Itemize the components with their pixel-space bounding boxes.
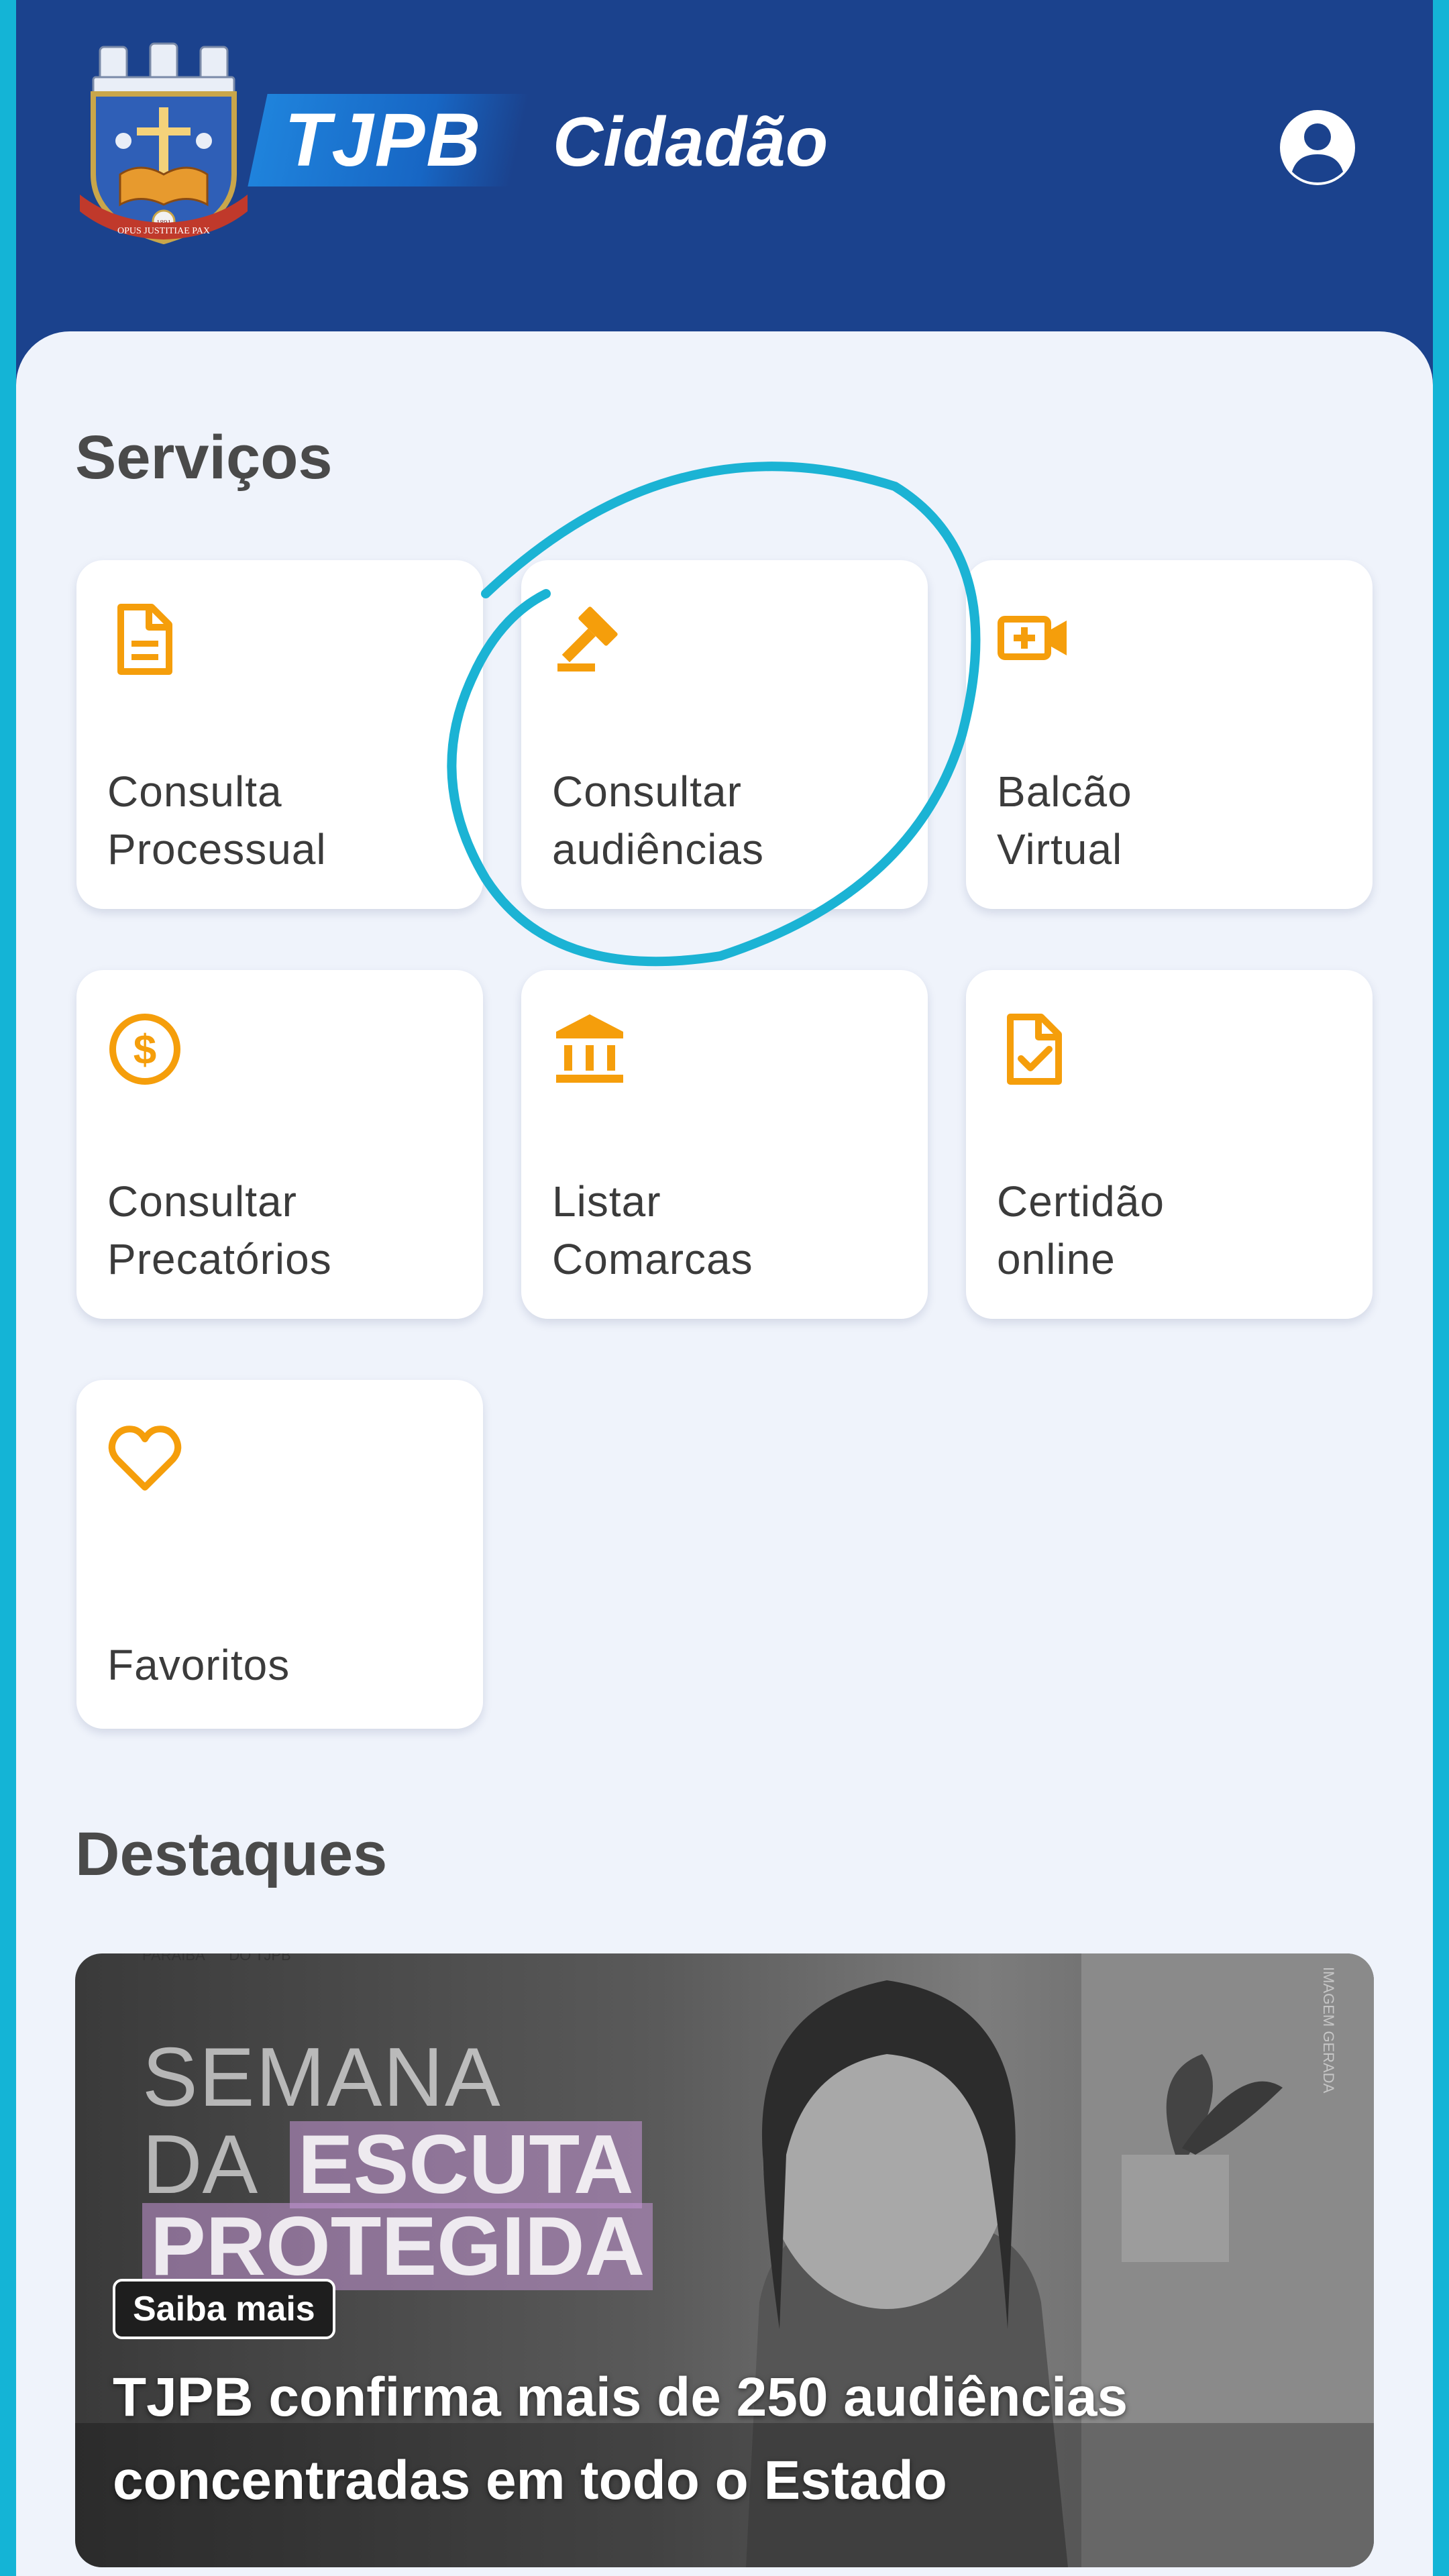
service-label-line2: Comarcas: [552, 1235, 753, 1283]
banner-image-text-protegida: PROTEGIDA: [142, 2203, 653, 2290]
brand-tjpb: TJPB: [284, 98, 482, 182]
banner-image-text-semana: SEMANA: [142, 2031, 502, 2124]
service-label-line2: online: [997, 1235, 1116, 1283]
gavel-icon: [557, 606, 618, 672]
profile-icon[interactable]: [1277, 107, 1358, 188]
service-label-line1: Certidão: [997, 1177, 1165, 1226]
banner-logos: PARAÍBA DO TJPB: [142, 1953, 291, 1964]
service-consultar-audiencias[interactable]: Consultar audiências: [521, 560, 928, 909]
news-headline-line1: TJPB confirma mais de 250 audiências: [113, 2367, 1128, 2428]
saiba-mais-button[interactable]: Saiba mais: [113, 2279, 335, 2339]
app-title: Cidadão: [553, 103, 828, 181]
document-icon: [117, 604, 172, 675]
app-screen: 1891 OPUS JUSTITIAE PAX TJPB Cidadão Ser…: [16, 0, 1433, 2576]
courthouse-icon: [556, 1014, 623, 1083]
news-headline-line2: concentradas em todo o Estado: [113, 2450, 947, 2511]
service-favoritos[interactable]: Favoritos: [76, 1380, 483, 1729]
service-label-line1: Listar: [552, 1177, 661, 1226]
service-label-line2: Processual: [107, 825, 327, 873]
crest-motto: OPUS JUSTITIAE PAX: [117, 226, 210, 236]
svg-text:$: $: [133, 1027, 156, 1073]
service-certidao-online[interactable]: Certidão online: [966, 970, 1373, 1319]
service-label-line1: Favoritos: [107, 1641, 290, 1689]
dollar-icon: $: [109, 1014, 180, 1085]
service-label-line1: Consultar: [552, 767, 742, 816]
service-consultar-precatorios[interactable]: $ Consultar Precatórios: [76, 970, 483, 1319]
service-balcao-virtual[interactable]: Balcão Virtual: [966, 560, 1373, 909]
service-label-line2: Virtual: [997, 825, 1123, 873]
news-headline[interactable]: TJPB confirma mais de 250 audiências con…: [113, 2356, 1320, 2522]
banner-image-text-da: DA: [142, 2118, 258, 2211]
heart-icon: [108, 1426, 182, 1491]
service-label-line2: audiências: [552, 825, 764, 873]
banner-image-text-escuta: ESCUTA: [290, 2121, 642, 2208]
banner-logo-paraiba: PARAÍBA: [142, 1953, 205, 1964]
highlights-title: Destaques: [75, 1820, 388, 1888]
service-listar-comarcas[interactable]: Listar Comarcas: [521, 970, 928, 1319]
video-call-icon: [998, 616, 1067, 660]
services-title: Serviços: [75, 423, 333, 492]
banner-watermark: IMAGEM GERADA: [1320, 1967, 1337, 2094]
service-label-line1: Balcão: [997, 767, 1132, 816]
service-label-line2: Precatórios: [107, 1235, 332, 1283]
certificate-icon: [1007, 1014, 1062, 1085]
news-banner[interactable]: PARAÍBA DO TJPB IMAGEM GERADA SEMANA DA …: [75, 1953, 1374, 2567]
service-consulta-processual[interactable]: Consulta Processual: [76, 560, 483, 909]
tjpb-crest-logo: 1891 OPUS JUSTITIAE PAX: [80, 42, 248, 245]
banner-logo-tjpb: DO TJPB: [229, 1953, 291, 1964]
service-label-line1: Consultar: [107, 1177, 297, 1226]
service-label-line1: Consulta: [107, 767, 282, 816]
